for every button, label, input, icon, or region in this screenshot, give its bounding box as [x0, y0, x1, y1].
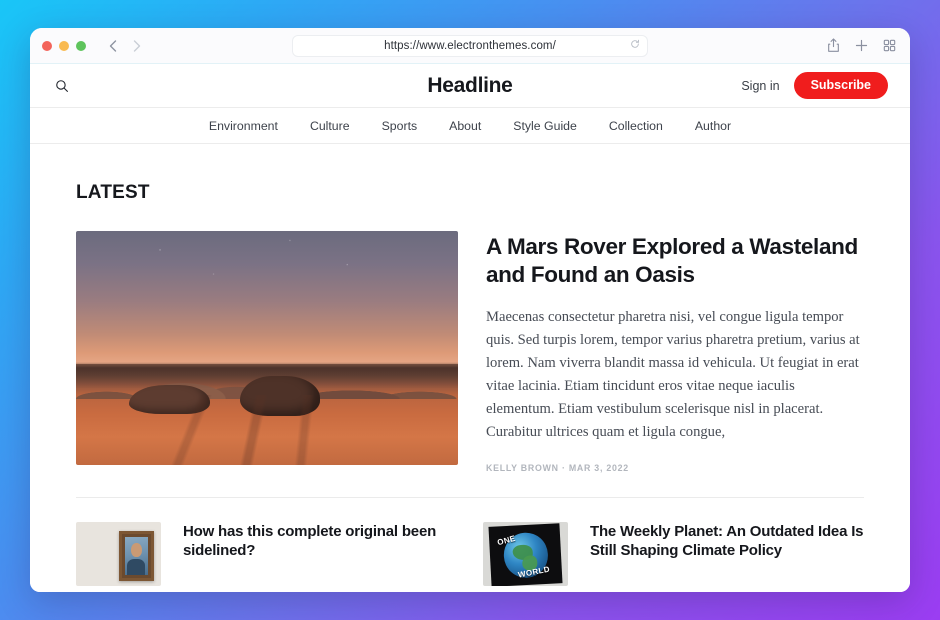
article-card-body: How has this complete original been side… — [183, 522, 457, 586]
reload-glyph — [631, 39, 639, 48]
header-actions: Sign in Subscribe — [741, 72, 888, 99]
back-button[interactable] — [102, 35, 124, 57]
picture-frame — [118, 530, 155, 581]
article-card[interactable]: How has this complete original been side… — [76, 521, 457, 586]
article-card-thumbnail[interactable] — [76, 521, 161, 586]
forward-button[interactable] — [126, 35, 148, 57]
featured-article-byline: KELLY BROWN · MAR 3, 2022 — [486, 462, 629, 473]
window-traffic-lights — [42, 40, 86, 51]
website-viewport: Headline Sign in Subscribe Environment C… — [30, 64, 910, 592]
chevron-left-icon — [109, 39, 117, 52]
share-glyph — [827, 38, 839, 52]
article-card-thumbnail[interactable]: ONE WORLD — [483, 521, 568, 586]
sign-in-link[interactable]: Sign in — [741, 79, 779, 93]
article-card-row: How has this complete original been side… — [76, 521, 864, 586]
close-window-button[interactable] — [42, 40, 52, 51]
grid-glyph — [883, 39, 895, 52]
share-icon[interactable] — [824, 37, 842, 55]
chevron-right-icon — [133, 39, 141, 52]
nav-item-author[interactable]: Author — [695, 119, 731, 133]
main-navigation: Environment Culture Sports About Style G… — [30, 108, 910, 144]
featured-article-excerpt: Maecenas consectetur pharetra nisi, vel … — [486, 308, 860, 440]
browser-actions — [824, 37, 898, 55]
nav-item-sports[interactable]: Sports — [382, 119, 418, 133]
one-world-poster: ONE WORLD — [488, 522, 563, 586]
article-card-body: The Weekly Planet: An Outdated Idea Is S… — [590, 522, 864, 586]
article-card[interactable]: ONE WORLD The Weekly Planet: An Outdated… — [483, 521, 864, 586]
browser-toolbar: https://www.electronthemes.com/ — [30, 28, 910, 64]
plus-glyph — [855, 39, 867, 52]
nav-item-about[interactable]: About — [449, 119, 481, 133]
show-tabs-icon[interactable] — [880, 37, 898, 55]
portrait-body — [127, 558, 146, 575]
nav-item-environment[interactable]: Environment — [209, 119, 278, 133]
nav-item-culture[interactable]: Culture — [310, 119, 350, 133]
subscribe-button[interactable]: Subscribe — [793, 72, 888, 99]
main-content: LATEST A Mars Rover Explored a Wasteland… — [30, 144, 910, 592]
featured-article[interactable]: A Mars Rover Explored a Wasteland and Fo… — [76, 231, 864, 473]
navigation-arrows — [102, 35, 148, 57]
sand-tracks — [76, 394, 458, 465]
section-heading-latest: LATEST — [76, 182, 150, 203]
article-card-title[interactable]: How has this complete original been side… — [183, 522, 457, 561]
portrait-face — [131, 542, 142, 557]
address-bar[interactable]: https://www.electronthemes.com/ — [292, 34, 648, 57]
section-divider — [76, 496, 864, 498]
magnifier-glyph — [56, 79, 68, 92]
featured-article-text: A Mars Rover Explored a Wasteland and Fo… — [486, 231, 864, 473]
reload-icon[interactable] — [630, 39, 640, 52]
maximize-window-button[interactable] — [76, 40, 86, 51]
new-tab-icon[interactable] — [852, 37, 870, 55]
site-title: Headline — [427, 73, 513, 97]
browser-window: https://www.electronthemes.com/ Headline… — [30, 28, 910, 592]
site-header: Headline Sign in Subscribe — [30, 64, 910, 108]
featured-article-headline[interactable]: A Mars Rover Explored a Wasteland and Fo… — [486, 233, 864, 290]
nav-item-style-guide[interactable]: Style Guide — [513, 119, 577, 133]
painting-canvas — [124, 536, 149, 575]
nav-item-collection[interactable]: Collection — [609, 119, 663, 133]
search-icon[interactable] — [52, 76, 72, 96]
minimize-window-button[interactable] — [59, 40, 69, 51]
star-field — [76, 231, 458, 337]
url-text: https://www.electronthemes.com/ — [384, 39, 556, 52]
article-card-title[interactable]: The Weekly Planet: An Outdated Idea Is S… — [590, 522, 864, 561]
featured-article-image[interactable] — [76, 231, 458, 465]
